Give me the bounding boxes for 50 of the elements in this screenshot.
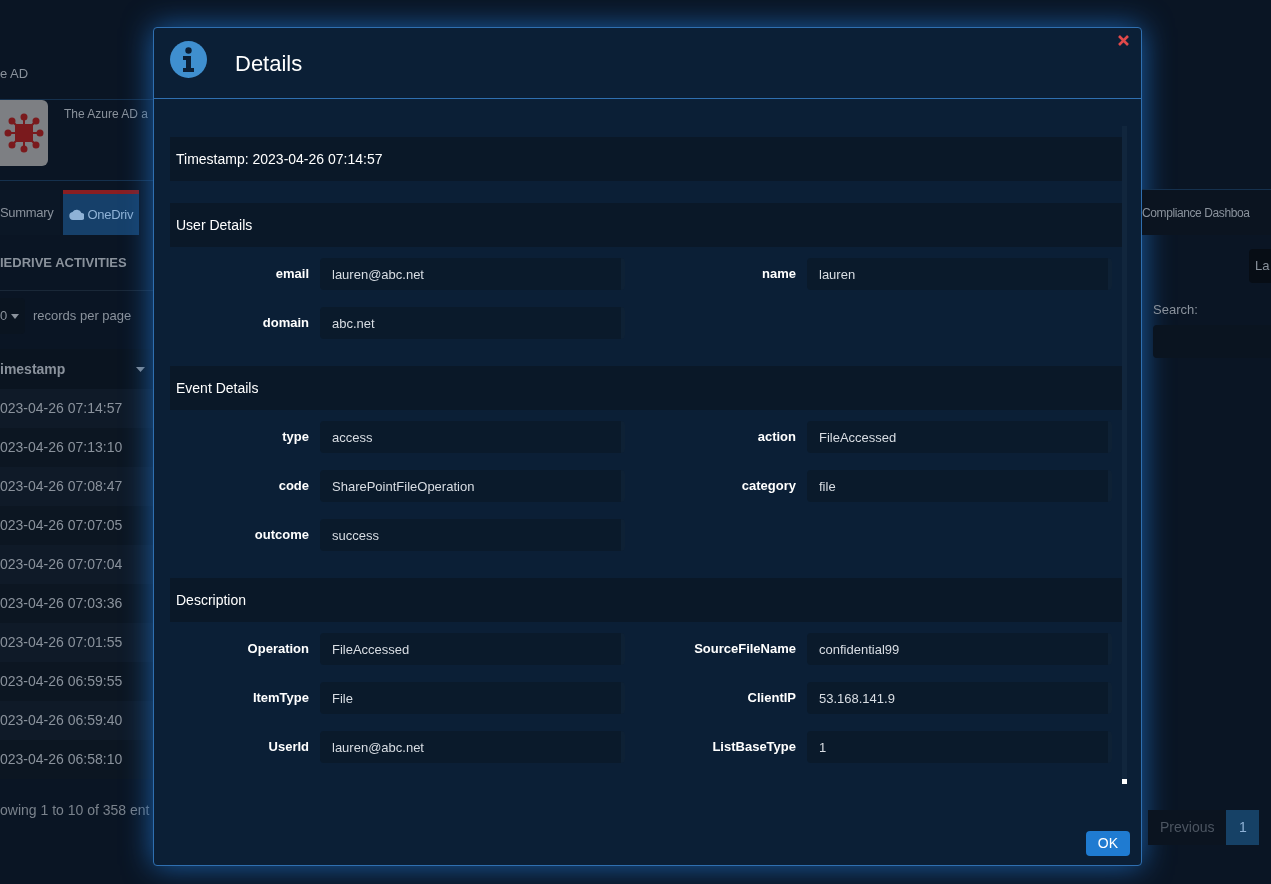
table-cell-text: 023-04-26 07:01:55 [0, 633, 123, 652]
breadcrumb: e AD [0, 64, 29, 83]
field-label: type [281, 428, 310, 447]
section-title: Description [176, 590, 247, 610]
page-button[interactable]: 1 [1226, 810, 1260, 845]
field-label: action [756, 428, 797, 447]
table-cell-text: 023-04-26 07:07:04 [0, 555, 123, 574]
field-label: UserId [267, 738, 310, 757]
column-header[interactable]: imestamp [0, 349, 153, 389]
search-label: Search: [1153, 302, 1198, 317]
field-label: domain [261, 314, 310, 333]
sort-caret-icon [136, 366, 145, 372]
records-per-page-label: records per page [33, 307, 132, 326]
search-field[interactable] [1153, 325, 1271, 358]
field-label: category [740, 477, 797, 496]
cloud-icon [68, 209, 84, 220]
field-label: ItemType [251, 689, 310, 708]
table-cell-text: 023-04-26 07:07:05 [0, 516, 123, 535]
timestamp-text: Timestamp: 2023-04-26 07:14:57 [176, 149, 383, 169]
app-description: The Azure AD a [64, 106, 149, 123]
close-button[interactable] [1117, 34, 1130, 47]
field-label: name [761, 265, 797, 284]
info-icon [170, 40, 207, 78]
page-length-select[interactable]: 0 [0, 298, 25, 334]
table-cell-text: 023-04-26 07:08:47 [0, 477, 123, 496]
panel-title: IEDRIVE ACTIVITIES [0, 253, 127, 272]
field-label: SourceFileName [693, 640, 797, 659]
scrollbar[interactable] [1122, 126, 1127, 784]
field-label: ListBaseType [711, 738, 797, 757]
ok-button[interactable]: OK [1085, 831, 1130, 856]
section-title: User Details [176, 215, 253, 235]
table-cell-text: 023-04-26 07:14:57 [0, 399, 123, 418]
table-cell-text: 023-04-26 07:03:36 [0, 594, 123, 613]
table-cell-text: 023-04-26 06:59:55 [0, 672, 123, 691]
tab[interactable]: OneDriv [62, 190, 140, 235]
table-info: owing 1 to 10 of 358 ent [0, 801, 150, 820]
network-chart-icon [4, 113, 44, 153]
field-label: code [277, 477, 310, 496]
close-icon [1118, 35, 1129, 46]
field-label: Operation [246, 640, 310, 659]
dialog-title: Details [235, 49, 303, 78]
table-cell-text: 023-04-26 07:13:10 [0, 438, 123, 457]
section-title: Event Details [176, 378, 259, 398]
field-label: ClientIP [746, 689, 797, 708]
field-label: email [274, 265, 310, 284]
table-cell-text: 023-04-26 06:58:10 [0, 750, 123, 769]
field-label: outcome [253, 526, 310, 545]
table-cell-text: 023-04-26 06:59:40 [0, 711, 123, 730]
length-select[interactable]: La [1249, 249, 1271, 283]
caret-icon [11, 313, 20, 319]
